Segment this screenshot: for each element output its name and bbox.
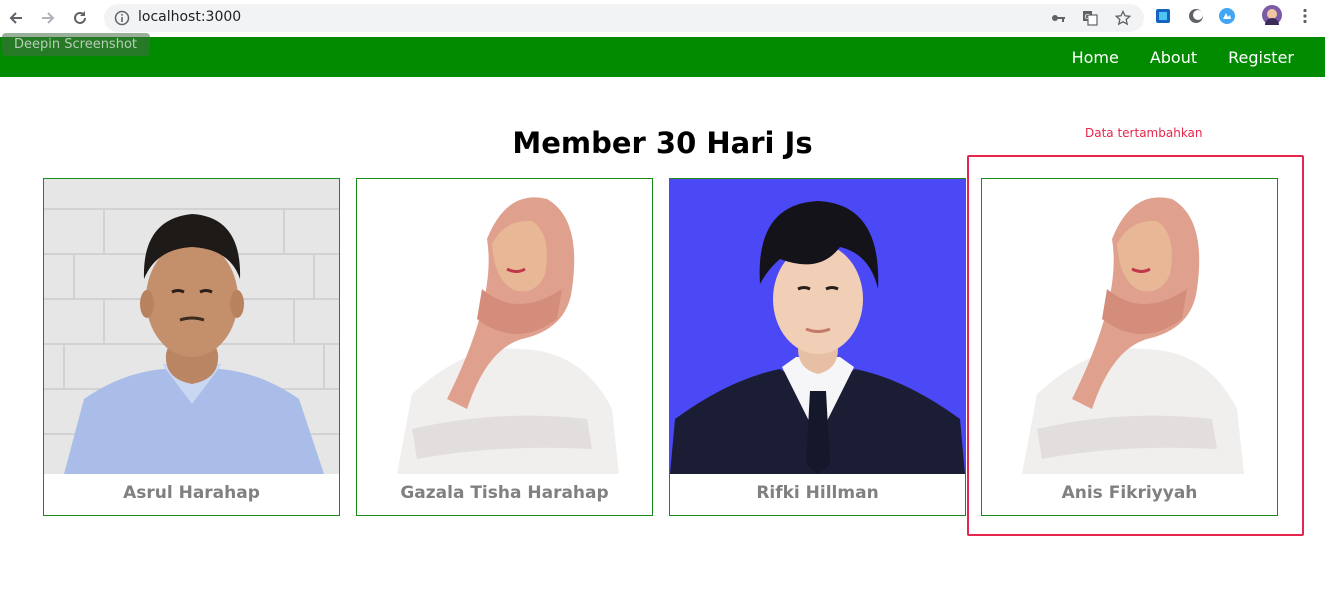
browser-toolbar: localhost:3000 G — [0, 0, 1325, 37]
nav-home-link[interactable]: Home — [1072, 48, 1119, 67]
woman-hijab-photo — [357, 179, 652, 474]
star-icon[interactable] — [1114, 9, 1132, 26]
member-card[interactable]: Anis Fikriyyah — [981, 178, 1278, 516]
member-name: Anis Fikriyyah — [1061, 483, 1198, 503]
screenshot-tool-label: Deepin Screenshot — [2, 33, 150, 56]
back-arrow-icon[interactable] — [6, 8, 26, 28]
member-card[interactable]: Rifki Hillman — [669, 178, 966, 516]
forward-arrow-icon[interactable] — [38, 8, 58, 28]
address-bar[interactable]: localhost:3000 G — [104, 4, 1144, 32]
top-navbar: Home About Register — [0, 37, 1325, 77]
member-card[interactable]: Asrul Harahap — [43, 178, 340, 516]
translate-icon[interactable]: G — [1082, 10, 1098, 26]
member-name: Gazala Tisha Harahap — [400, 483, 609, 503]
extension-icon[interactable] — [1154, 7, 1172, 25]
nav-about-link[interactable]: About — [1150, 48, 1197, 67]
member-name: Rifki Hillman — [756, 483, 879, 503]
member-card[interactable]: Gazala Tisha Harahap — [356, 178, 653, 516]
member-name: Asrul Harahap — [123, 483, 260, 503]
info-icon[interactable] — [114, 10, 130, 30]
svg-text:G: G — [1085, 13, 1090, 21]
woman-hijab-photo — [982, 179, 1277, 474]
success-notice: Data tertambahkan — [1085, 126, 1203, 140]
nav-menu: Home About Register — [1072, 37, 1294, 77]
url-text[interactable]: localhost:3000 — [138, 9, 241, 25]
man-suit-photo — [670, 179, 965, 474]
dark-mode-icon[interactable] — [1187, 7, 1205, 25]
extension-blue-icon[interactable] — [1218, 7, 1236, 25]
key-icon[interactable] — [1050, 10, 1066, 26]
profile-avatar[interactable] — [1262, 5, 1282, 25]
menu-dots-icon[interactable] — [1296, 7, 1314, 25]
reload-icon[interactable] — [70, 8, 90, 28]
man-blue-shirt-photo — [44, 179, 339, 474]
nav-register-link[interactable]: Register — [1228, 48, 1294, 67]
